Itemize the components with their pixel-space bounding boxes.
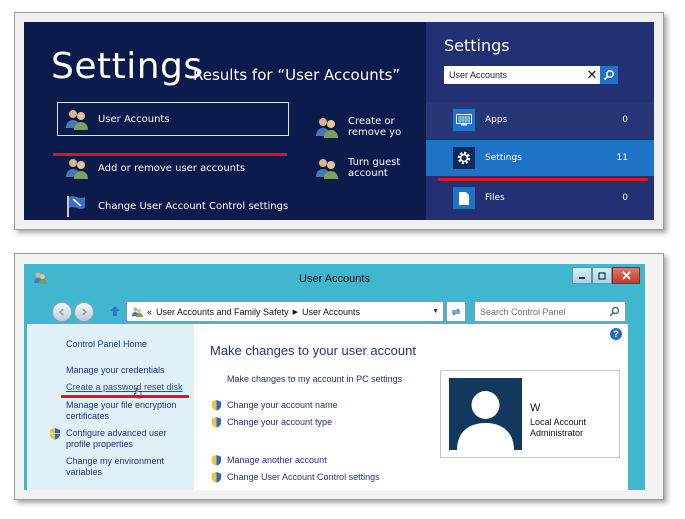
task-uac-settings[interactable]: Change User Account Control settings <box>211 471 380 483</box>
search-heading: Settings <box>51 46 203 87</box>
link-label: Make changes to my account in PC setting… <box>227 374 403 384</box>
minimize-button[interactable] <box>572 267 592 284</box>
minimize-icon <box>579 276 585 279</box>
task-label: Change User Account Control settings <box>227 472 380 482</box>
result-label: Add or remove user accounts <box>98 162 246 174</box>
users-icon <box>66 159 88 179</box>
users-icon <box>316 118 338 138</box>
result-create-remove[interactable]: Create or remove yo <box>308 111 428 143</box>
result-label: Change User Account Control settings <box>98 200 289 212</box>
chevron-down-icon[interactable]: ▼ <box>432 308 439 315</box>
category-label: Settings <box>485 153 522 163</box>
user-accounts-window: User Accounts « User Accounts and Family <box>24 264 645 490</box>
user-account-card: W Local Account Administrator <box>440 370 620 458</box>
help-icon[interactable]: ? <box>610 328 622 340</box>
control-panel-screenshot-frame: User Accounts « User Accounts and Family <box>14 253 664 500</box>
result-label: Turn guest account <box>348 157 401 179</box>
charm-category-settings[interactable]: Settings 11 <box>426 140 654 176</box>
highlight-underline <box>61 395 189 398</box>
category-count: 11 <box>616 153 628 163</box>
user-silhouette-icon <box>457 391 514 450</box>
sidebar-advanced-profile[interactable]: Configure advanced user profile properti… <box>66 428 188 450</box>
back-button[interactable] <box>52 302 72 322</box>
arrow-right-icon <box>82 308 88 316</box>
page-title: Make changes to your user account <box>210 343 416 358</box>
shield-icon <box>211 399 222 411</box>
file-icon <box>453 187 475 209</box>
control-panel-search[interactable]: Search Control Panel <box>474 301 626 322</box>
refresh-button[interactable] <box>446 301 466 322</box>
apps-icon <box>453 109 475 131</box>
category-label: Apps <box>485 115 508 125</box>
avatar <box>449 378 522 450</box>
clear-icon[interactable]: ✕ <box>584 68 600 83</box>
sidebar-file-encryption[interactable]: Manage your file encryption certificates <box>66 400 188 422</box>
result-user-accounts[interactable]: User Accounts <box>57 102 289 136</box>
main-content: ? Make changes to your user account Make… <box>194 324 628 490</box>
shield-icon <box>211 454 222 466</box>
search-charm: Settings User Accounts ✕ Apps 0 Settings… <box>426 22 654 220</box>
search-icon <box>603 70 614 81</box>
search-icon[interactable] <box>609 306 620 317</box>
start-search-screen: Settings Results for “User Accounts” Use… <box>24 22 654 220</box>
user-name: W <box>530 402 541 414</box>
task-label: Change your account type <box>227 417 333 427</box>
pc-settings-link[interactable]: Make changes to my account in PC setting… <box>227 374 402 384</box>
maximize-button[interactable] <box>592 267 612 284</box>
window-title: User Accounts <box>299 273 370 285</box>
refresh-icon <box>451 308 461 315</box>
sidebar-password-reset-disk[interactable]: Create a password reset disk <box>66 382 183 393</box>
breadcrumb-family-safety[interactable]: User Accounts and Family Safety <box>156 307 289 317</box>
breadcrumb-arrow-icon[interactable]: ▶ <box>293 308 298 316</box>
uac-flag-icon <box>67 196 85 217</box>
result-uac-settings[interactable]: Change User Account Control settings <box>58 190 308 220</box>
arrow-left-icon <box>58 308 64 316</box>
close-button[interactable] <box>612 267 640 284</box>
breadcrumb-overflow[interactable]: « <box>147 307 152 317</box>
search-input[interactable]: Search Control Panel <box>475 307 609 317</box>
task-label: Manage another account <box>227 455 327 465</box>
shield-icon <box>211 471 222 483</box>
account-type: Local Account Administrator <box>530 417 586 439</box>
result-label: Create or remove yo <box>348 116 402 138</box>
charm-category-apps[interactable]: Apps 0 <box>426 102 654 138</box>
breadcrumb-user-accounts[interactable]: User Accounts <box>302 307 360 317</box>
search-results-caption: Results for “User Accounts” <box>193 66 401 84</box>
maximize-icon <box>598 271 606 280</box>
users-icon <box>131 306 143 317</box>
charm-search-input[interactable]: User Accounts <box>444 70 584 80</box>
category-label: Files <box>485 193 505 203</box>
category-count: 0 <box>622 115 628 125</box>
sidebar-control-panel-home[interactable]: Control Panel Home <box>66 339 147 350</box>
gear-icon <box>453 147 475 169</box>
charm-title: Settings <box>444 36 510 55</box>
sidebar-manage-credentials[interactable]: Manage your credentials <box>66 365 165 376</box>
close-icon <box>621 271 631 280</box>
result-label: User Accounts <box>98 113 170 125</box>
result-guest-account[interactable]: Turn guest account <box>308 152 428 184</box>
forward-button[interactable] <box>74 302 94 322</box>
users-icon <box>316 159 338 179</box>
search-screenshot-frame: Settings Results for “User Accounts” Use… <box>14 12 664 230</box>
search-button[interactable] <box>600 66 618 84</box>
users-icon <box>66 110 88 130</box>
task-change-type[interactable]: Change your account type <box>211 416 332 428</box>
account-type-line: Local Account <box>530 417 587 427</box>
charm-search-box[interactable]: User Accounts ✕ <box>444 66 618 84</box>
shield-icon <box>211 416 222 428</box>
up-arrow-icon[interactable] <box>109 305 121 317</box>
charm-category-files[interactable]: Files 0 <box>426 180 654 216</box>
sidebar: Control Panel Home Manage your credentia… <box>27 324 194 490</box>
address-bar[interactable]: « User Accounts and Family Safety ▶ User… <box>126 301 444 322</box>
result-add-remove-accounts[interactable]: Add or remove user accounts <box>58 152 288 184</box>
account-role-line: Administrator <box>530 428 584 438</box>
task-change-name[interactable]: Change your account name <box>211 399 338 411</box>
shield-icon <box>50 428 60 440</box>
task-manage-another[interactable]: Manage another account <box>211 454 327 466</box>
task-label: Change your account name <box>227 400 338 410</box>
sidebar-environment-variables[interactable]: Change my environment variables <box>66 456 188 478</box>
category-count: 0 <box>622 193 628 203</box>
